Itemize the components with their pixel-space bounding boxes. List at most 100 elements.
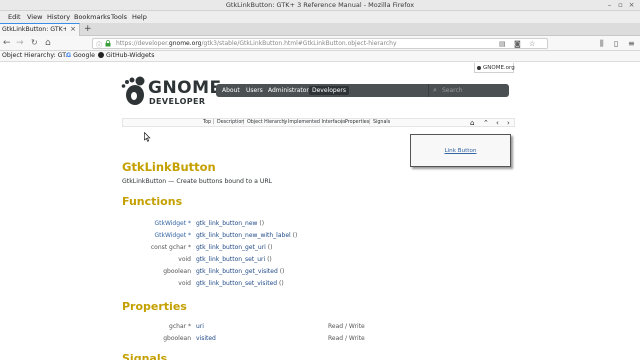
nav-developers[interactable]: Developers: [309, 86, 349, 95]
github-icon: [98, 52, 104, 58]
toc-separator: |: [213, 120, 215, 125]
section-toolbar: Top | Description | Object Hierarchy | I…: [122, 118, 515, 127]
function-return-type[interactable]: GtkWidget *: [154, 219, 191, 228]
toc-separator: |: [369, 120, 371, 125]
function-row: void gtk_link_button_set_uri (): [0, 255, 640, 264]
minimize-icon[interactable]: –: [606, 2, 613, 9]
home-icon[interactable]: ⌂: [45, 38, 51, 48]
navigation-toolbar: ← → ↻ ⌂ ⓘ https://developer.gnome.org/gt…: [0, 36, 640, 51]
window-titlebar: GtkLinkButton: GTK+ 3 Reference Manual -…: [0, 0, 640, 11]
property-access: Read / Write: [328, 323, 365, 330]
tab-gtklinkbutton[interactable]: GtkLinkButton: GTK+ 3 Re ×: [0, 23, 80, 36]
function-return-type: const gchar *: [150, 244, 191, 251]
bookmark-object-hierarchy[interactable]: Object Hierarchy: GT...: [2, 52, 71, 59]
forward-icon[interactable]: →: [16, 38, 24, 48]
tab-strip: GtkLinkButton: GTK+ 3 Re × +: [0, 23, 640, 36]
nav-divider: [428, 84, 429, 97]
bookmarks-toolbar: Object Hierarchy: GT... G Google GitHub-W…: [0, 51, 640, 62]
bookmark-google[interactable]: G Google: [66, 52, 95, 59]
property-name[interactable]: uri: [196, 322, 204, 331]
search-icon[interactable]: ⌕: [433, 86, 437, 95]
function-return-type: gboolean: [163, 268, 191, 275]
up-nav-icon[interactable]: ⌃: [483, 119, 489, 127]
function-name[interactable]: gtk_link_button_new_with_label (): [196, 231, 297, 240]
bookmark-star-icon[interactable]: ☆: [529, 40, 535, 48]
functions-heading: Functions: [122, 195, 183, 208]
close-window-icon[interactable]: ×: [628, 2, 635, 9]
new-tab-icon[interactable]: +: [84, 24, 92, 34]
link-button-link[interactable]: Link Button: [411, 148, 510, 154]
url-bar[interactable]: ⓘ https://developer.gnome.org/gtk3/stabl…: [92, 38, 548, 49]
toc-separator: |: [243, 120, 245, 125]
gnome-org-badge[interactable]: GNOME.org: [474, 63, 515, 73]
nav-users[interactable]: Users: [243, 86, 266, 95]
signals-heading: Signals: [122, 352, 168, 360]
developer-logo-text: DEVELOPER: [149, 97, 206, 106]
function-name[interactable]: gtk_link_button_set_visited (): [196, 279, 284, 288]
function-return-type: void: [178, 280, 191, 287]
property-access: Read / Write: [328, 335, 365, 342]
nav-administrators[interactable]: Administrators: [265, 86, 315, 95]
back-icon[interactable]: ←: [3, 38, 11, 48]
menu-tools[interactable]: Tools: [111, 13, 127, 21]
bookmark-github-widgets[interactable]: GitHub-Widgets: [98, 52, 154, 59]
properties-heading: Properties: [122, 300, 187, 313]
google-icon: G: [66, 52, 72, 59]
pocket-icon[interactable]: ◙: [514, 40, 521, 48]
site-search-input[interactable]: Search: [442, 87, 463, 94]
sidebar-icon[interactable]: ▯: [614, 39, 618, 48]
mouse-cursor-icon: [144, 132, 151, 142]
toc-separator: |: [284, 120, 286, 125]
function-row: GtkWidget * gtk_link_button_new (): [0, 219, 640, 228]
info-icon[interactable]: ⓘ: [96, 40, 102, 49]
menu-bookmarks[interactable]: Bookmarks: [74, 13, 110, 21]
next-nav-icon[interactable]: ›: [507, 119, 510, 127]
toc-separator: |: [341, 120, 343, 125]
home-nav-icon[interactable]: ⌂: [470, 119, 474, 127]
function-row: void gtk_link_button_set_visited (): [0, 279, 640, 288]
nav-about[interactable]: About: [219, 86, 243, 95]
toc-object-hierarchy[interactable]: Object Hierarchy: [247, 120, 287, 125]
prev-nav-icon[interactable]: ‹: [496, 119, 499, 127]
menu-hamburger-icon[interactable]: ≡: [628, 39, 635, 48]
page-description: GtkLinkButton — Create buttons bound to …: [122, 178, 273, 185]
site-navigation: About Users Administrators Developers ⌕ …: [216, 84, 509, 97]
function-row: const gchar * gtk_link_button_get_uri (): [0, 243, 640, 252]
page-content: GNOME.org GNOME DEVELOPER About Users Ad…: [0, 62, 640, 360]
page-title: GtkLinkButton: [122, 160, 216, 174]
window-title: GtkLinkButton: GTK+ 3 Reference Manual -…: [225, 1, 415, 9]
toc-implemented-interfaces[interactable]: Implemented Interfaces: [288, 120, 345, 125]
tab-close-icon[interactable]: ×: [70, 25, 76, 33]
toc-description[interactable]: Description: [217, 120, 244, 125]
function-return-type: void: [178, 256, 191, 263]
maximize-icon[interactable]: ▫: [617, 2, 624, 9]
toc-properties[interactable]: Properties: [345, 120, 369, 125]
menubar: Edit View History Bookmarks Tools Help: [0, 11, 640, 23]
lock-icon: [105, 40, 111, 47]
property-row: gchar * uri Read / Write: [0, 322, 640, 331]
function-return-type[interactable]: GtkWidget *: [154, 231, 191, 240]
toc-top[interactable]: Top: [203, 120, 211, 125]
gnome-foot-icon: [477, 66, 481, 70]
menu-help[interactable]: Help: [132, 13, 147, 21]
url-text: https://developer.gnome.org/gtk3/stable/…: [116, 40, 397, 47]
property-type: gboolean: [163, 335, 191, 342]
library-icon[interactable]: ⫼: [600, 39, 604, 48]
gnome-logo-text[interactable]: GNOME: [148, 80, 222, 97]
property-type: gchar *: [169, 323, 191, 330]
toc-signals[interactable]: Signals: [373, 120, 390, 125]
function-row: GtkWidget * gtk_link_button_new_with_lab…: [0, 231, 640, 240]
function-name[interactable]: gtk_link_button_get_visited (): [196, 267, 284, 276]
menu-history[interactable]: History: [47, 13, 70, 21]
function-name[interactable]: gtk_link_button_get_uri (): [196, 243, 272, 252]
function-name[interactable]: gtk_link_button_set_uri (): [196, 255, 272, 264]
reader-view-icon[interactable]: ▤: [499, 40, 506, 48]
tab-label: GtkLinkButton: GTK+ 3 Re: [2, 26, 66, 33]
function-name[interactable]: gtk_link_button_new (): [196, 219, 264, 228]
reload-icon[interactable]: ↻: [31, 38, 38, 48]
menu-edit[interactable]: Edit: [8, 13, 21, 21]
link-button-preview: Link Button: [410, 134, 511, 167]
property-name[interactable]: visited: [196, 334, 216, 343]
menu-view[interactable]: View: [27, 13, 42, 21]
gnome-logo-icon[interactable]: [118, 75, 150, 107]
